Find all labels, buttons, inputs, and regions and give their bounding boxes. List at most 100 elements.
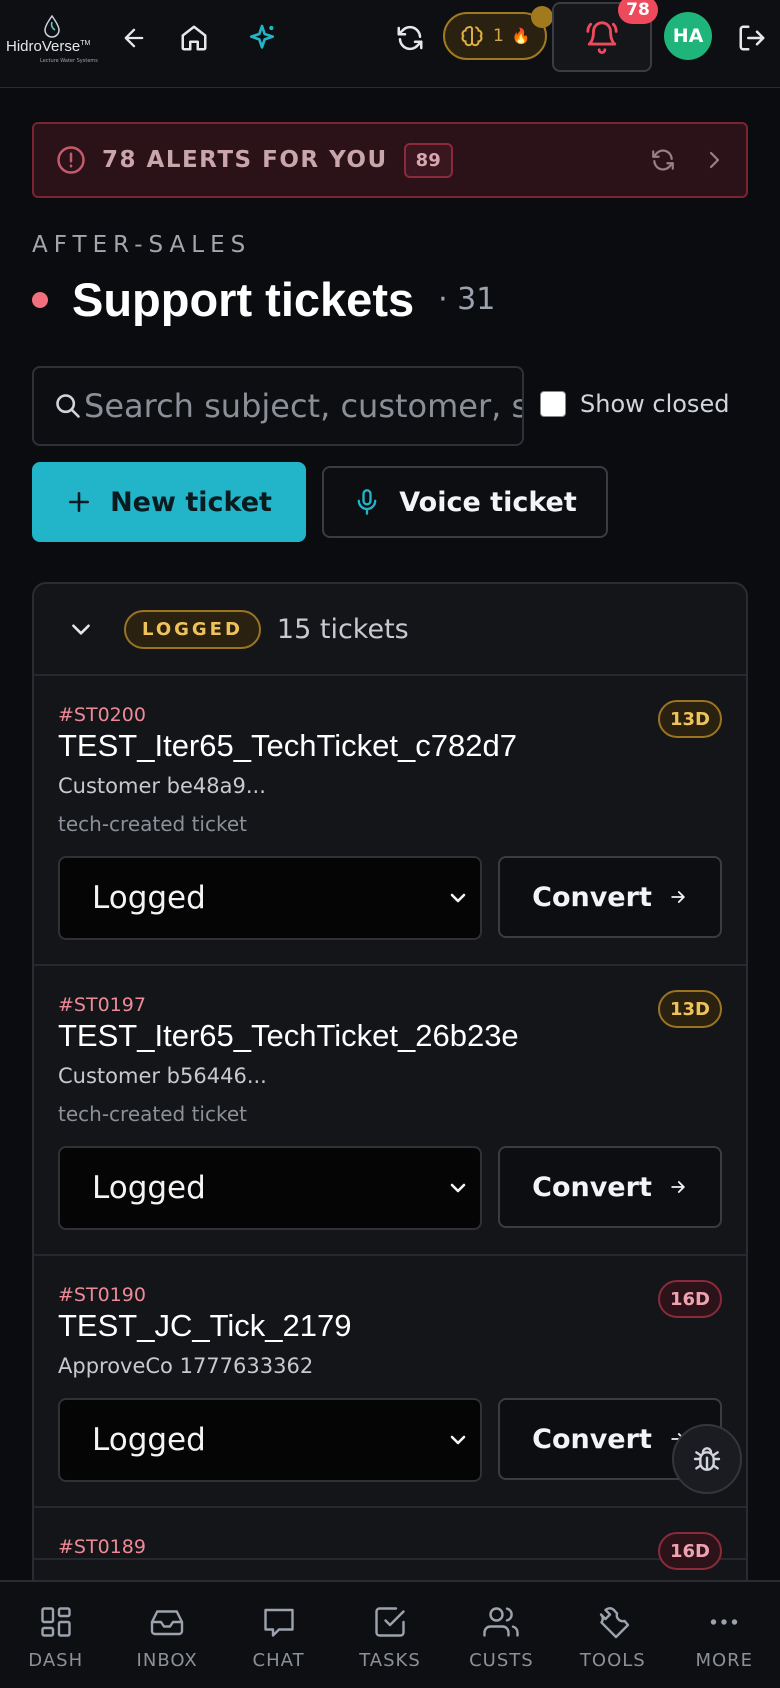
back-button[interactable]	[114, 18, 154, 58]
chevron-down-icon	[450, 1183, 466, 1193]
ticket-status-select[interactable]: Logged	[58, 1146, 482, 1230]
nav-item-inbox[interactable]: INBOX	[111, 1582, 222, 1688]
convert-label: Convert	[532, 881, 652, 913]
group-ticket-count: 15 tickets	[276, 613, 409, 645]
nav-item-more[interactable]: MORE	[669, 1582, 780, 1688]
page-eyebrow: AFTER-SALES	[32, 232, 252, 258]
ticket-status-value: Logged	[92, 1170, 206, 1206]
alerts-count-badge: 89	[403, 142, 453, 178]
chevron-down-icon	[450, 893, 466, 903]
ticket-customer: ApproveCo 1777633362	[58, 1354, 314, 1378]
convert-button[interactable]: Convert	[498, 1146, 722, 1228]
ticket-status-select[interactable]: Logged	[58, 856, 482, 940]
fire-emoji: 🔥	[511, 27, 531, 45]
chevron-down-icon	[450, 1435, 466, 1445]
nav-label: INBOX	[136, 1650, 198, 1671]
nav-item-custs[interactable]: CUSTS	[446, 1582, 557, 1688]
ticket-age-badge: 16D	[658, 1532, 722, 1570]
nav-item-dash[interactable]: DASH	[0, 1582, 111, 1688]
convert-button[interactable]: Convert	[498, 856, 722, 938]
ticket-row[interactable]: #ST0189 16D	[34, 1508, 746, 1570]
search-box	[32, 366, 524, 446]
ticket-status-value: Logged	[92, 880, 206, 916]
bell-icon	[586, 21, 618, 54]
refresh-button[interactable]	[390, 18, 430, 58]
app-logo[interactable]: HidroVerseTM Lecture Water Systems	[6, 14, 98, 74]
alerts-actions	[650, 124, 726, 196]
nav-label: CUSTS	[469, 1650, 534, 1671]
sparkle-icon	[250, 24, 274, 49]
search-icon	[56, 394, 80, 418]
alerts-refresh-icon[interactable]	[650, 147, 676, 173]
nav-item-tools[interactable]: TOOLS	[557, 1582, 668, 1688]
more-dots-icon	[711, 1619, 738, 1625]
nav-item-chat[interactable]: CHAT	[223, 1582, 334, 1688]
brain-count: 1	[493, 26, 504, 46]
dashboard-grid-icon	[41, 1607, 71, 1637]
bug-icon	[693, 1447, 721, 1471]
show-closed-toggle[interactable]: Show closed	[540, 390, 729, 418]
ai-sparkle-button[interactable]	[242, 18, 282, 58]
logout-button[interactable]	[732, 18, 772, 58]
plus-icon	[69, 492, 90, 512]
home-icon	[181, 25, 207, 51]
microphone-icon	[357, 489, 377, 515]
voice-ticket-button[interactable]: Voice ticket	[322, 466, 608, 538]
ticket-note: tech-created ticket	[58, 1102, 247, 1126]
ticket-actions: Logged Convert	[58, 1146, 722, 1254]
home-button[interactable]	[174, 18, 214, 58]
ticket-row[interactable]: #ST0190 16D TEST_JC_Tick_2179 ApproveCo …	[34, 1256, 746, 1508]
chevron-down-icon[interactable]	[68, 616, 94, 642]
logout-icon	[739, 25, 765, 51]
voice-ticket-label: Voice ticket	[399, 486, 577, 518]
ticket-id: #ST0200	[58, 704, 146, 726]
alerts-banner[interactable]: 78 ALERTS FOR YOU 89	[32, 122, 748, 198]
nav-label: TOOLS	[579, 1650, 646, 1671]
nav-item-tasks[interactable]: TASKS	[334, 1582, 445, 1688]
users-icon	[483, 1607, 520, 1637]
ticket-id: #ST0197	[58, 994, 146, 1016]
logo-tm: TM	[80, 40, 91, 47]
page-title-row: Support tickets · 31	[32, 272, 495, 327]
brain-indicator-dot	[531, 6, 553, 28]
user-avatar[interactable]: HA	[664, 12, 712, 60]
debug-fab-button[interactable]	[672, 1424, 742, 1494]
group-header[interactable]: LOGGED 15 tickets	[34, 584, 746, 676]
convert-label: Convert	[532, 1171, 652, 1203]
bottom-nav: DASH INBOX CHAT TASKS CUSTS TOOLS MORE	[0, 1580, 780, 1688]
wrench-icon	[599, 1607, 630, 1639]
nav-label: DASH	[28, 1650, 84, 1671]
new-ticket-label: New ticket	[110, 486, 272, 518]
top-bar: HidroVerseTM Lecture Water Systems 1 🔥 78…	[0, 0, 780, 88]
chevron-right-icon[interactable]	[702, 148, 726, 172]
ticket-id: #ST0189	[58, 1536, 146, 1558]
ticket-note: tech-created ticket	[58, 812, 247, 836]
show-closed-label: Show closed	[580, 390, 730, 418]
group-status-pill: LOGGED	[124, 609, 261, 649]
ticket-status-value: Logged	[92, 1422, 206, 1458]
search-input[interactable]	[84, 368, 522, 444]
alerts-text: 78 ALERTS FOR YOU	[102, 147, 388, 173]
ticket-subject[interactable]: TEST_JC_Tick_2179	[58, 1308, 722, 1344]
ticket-actions: Logged Convert	[58, 856, 722, 964]
water-drop-logo-icon	[44, 14, 60, 38]
ticket-subject[interactable]: TEST_Iter65_TechTicket_c782d7	[58, 728, 722, 764]
logo-subtitle: Lecture Water Systems	[40, 58, 98, 64]
new-ticket-button[interactable]: New ticket	[32, 462, 306, 542]
ticket-row[interactable]: #ST0200 13D TEST_Iter65_TechTicket_c782d…	[34, 676, 746, 966]
ticket-id: #ST0190	[58, 1284, 146, 1306]
arrow-right-icon	[671, 1181, 685, 1193]
inbox-tray-icon	[150, 1610, 184, 1636]
ticket-row[interactable]: #ST0197 13D TEST_Iter65_TechTicket_26b23…	[34, 966, 746, 1256]
arrow-left-icon	[124, 28, 144, 48]
ticket-age-badge: 13D	[658, 700, 722, 738]
logo-text: HidroVerse	[6, 38, 81, 55]
ticket-customer: Customer be48a9...	[58, 774, 266, 798]
ticket-customer: Customer b56446...	[58, 1064, 267, 1088]
nav-label: MORE	[695, 1650, 754, 1671]
ticket-subject[interactable]: TEST_Iter65_TechTicket_26b23e	[58, 1018, 722, 1054]
page-title-count: · 31	[438, 282, 496, 317]
ticket-status-select[interactable]: Logged	[58, 1398, 482, 1482]
show-closed-checkbox[interactable]	[540, 391, 566, 417]
ticket-age-badge: 16D	[658, 1280, 722, 1318]
